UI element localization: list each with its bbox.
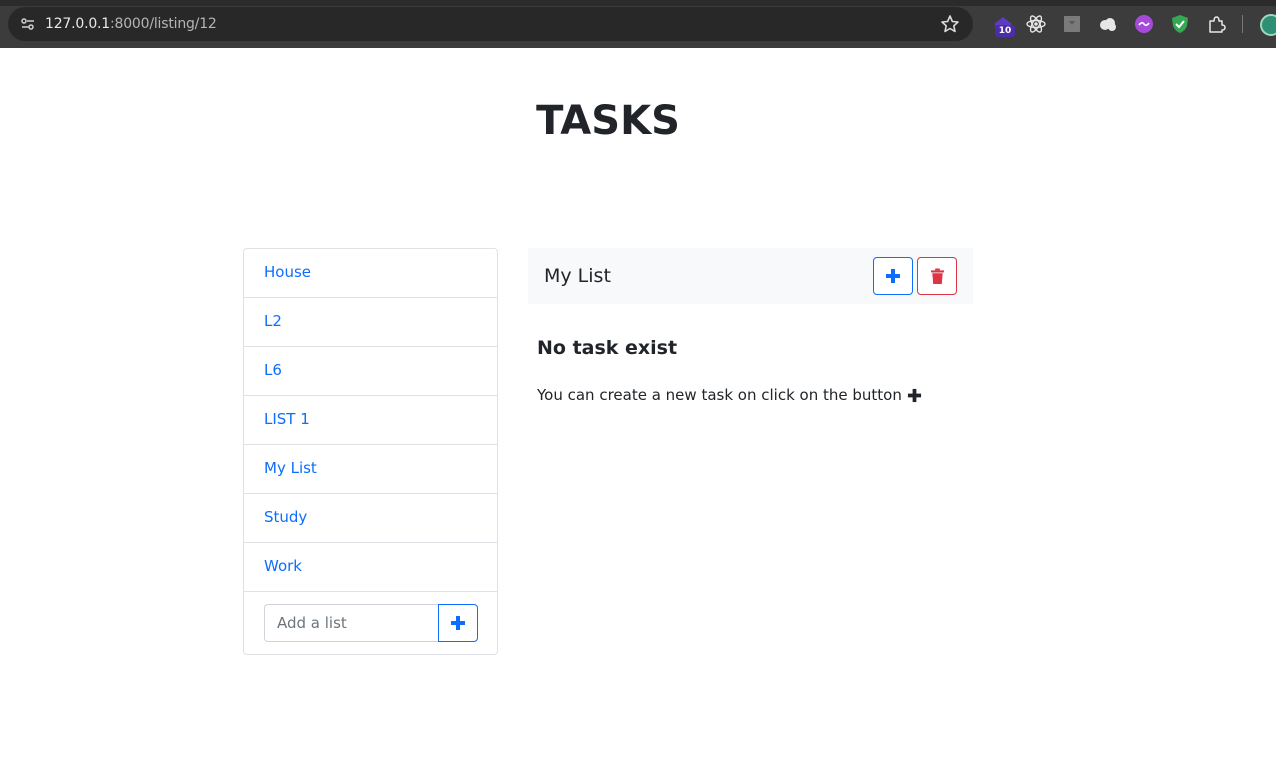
list-item-list-1[interactable]: LIST 1 (244, 396, 497, 445)
address-bar[interactable]: 127.0.0.1:8000/listing/12 (8, 7, 973, 41)
list-item-study[interactable]: Study (244, 494, 497, 543)
add-list-button[interactable] (438, 604, 478, 642)
add-list-input[interactable] (264, 604, 438, 642)
plus-icon (886, 269, 900, 283)
bookmark-star-icon[interactable] (940, 14, 960, 34)
list-item-my-list[interactable]: My List (244, 445, 497, 494)
lists-panel: House L2 L6 LIST 1 My List Study Work (243, 248, 498, 655)
plus-icon (907, 388, 921, 402)
shield-icon[interactable] (1169, 13, 1191, 35)
list-item-l2[interactable]: L2 (244, 298, 497, 347)
url-host: 127.0.0.1 (45, 16, 110, 32)
extension-badge: 10 (995, 25, 1015, 37)
extension-cloud-icon[interactable] (1097, 13, 1119, 35)
url-text[interactable]: 127.0.0.1:8000/listing/12 (45, 15, 217, 33)
extension-gray-icon[interactable] (1061, 13, 1083, 35)
toolbar-divider (1242, 15, 1243, 33)
extensions-puzzle-icon[interactable] (1205, 13, 1227, 35)
delete-list-button[interactable] (917, 257, 957, 295)
browser-toolbar: 127.0.0.1:8000/listing/12 10 (0, 0, 1276, 48)
url-path: :8000/listing/12 (110, 16, 217, 32)
add-task-button[interactable] (873, 257, 913, 295)
site-info-icon[interactable] (19, 15, 37, 33)
list-title: My List (544, 265, 611, 287)
tab-strip (0, 0, 1276, 6)
trash-icon (930, 268, 944, 284)
profile-avatar[interactable] (1260, 14, 1276, 36)
plus-icon (451, 616, 465, 630)
extension-chat-icon[interactable] (1133, 13, 1155, 35)
list-item-l6[interactable]: L6 (244, 347, 497, 396)
empty-state-title: No task exist (537, 337, 678, 359)
react-devtools-icon[interactable] (1025, 13, 1047, 35)
list-item-work[interactable]: Work (244, 543, 497, 592)
add-list-form (244, 592, 497, 655)
list-header: My List (528, 248, 973, 304)
empty-state-text: You can create a new task on click on th… (537, 386, 922, 404)
empty-state-message: You can create a new task on click on th… (537, 386, 902, 404)
page-title: TASKS (536, 98, 680, 144)
list-item-house[interactable]: House (244, 249, 497, 298)
